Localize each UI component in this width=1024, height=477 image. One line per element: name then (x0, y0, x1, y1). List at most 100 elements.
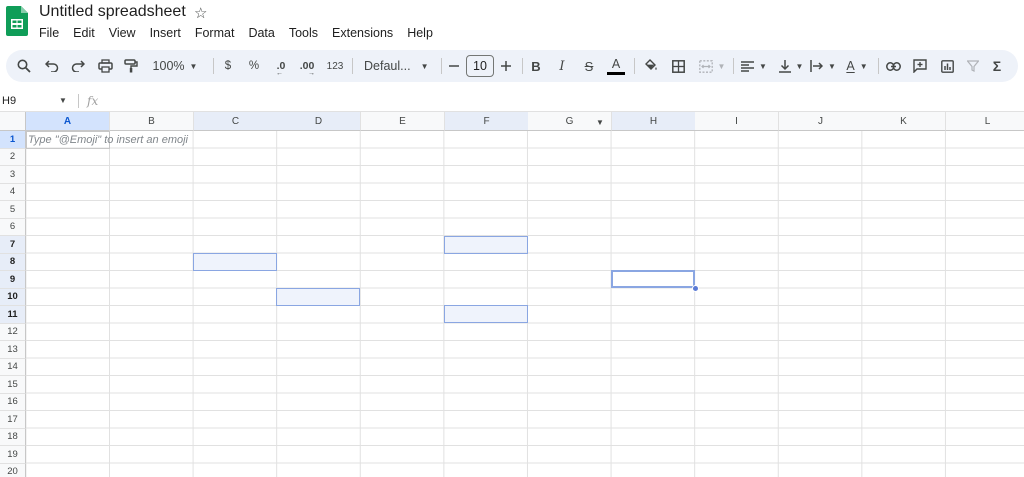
formula-input[interactable] (110, 92, 1010, 110)
redo-button[interactable] (68, 50, 88, 82)
print-icon (97, 59, 113, 73)
paint-format-button[interactable] (121, 50, 141, 82)
column-header-d[interactable]: D (277, 112, 361, 131)
column-header-e[interactable]: E (361, 112, 445, 131)
format-currency-button[interactable]: $ (219, 50, 237, 82)
row-header-1[interactable]: 1 (0, 131, 26, 149)
row-header-8[interactable]: 8 (0, 253, 26, 271)
format-percent-button[interactable]: % (245, 50, 263, 82)
column-header-b[interactable]: B (110, 112, 194, 131)
insert-comment-button[interactable] (909, 50, 931, 82)
column-header-j[interactable]: J (779, 112, 863, 131)
cell-area[interactable]: Type "@Emoji" to insert an emoji (26, 131, 1024, 477)
row-header-9[interactable]: 9 (0, 271, 26, 289)
search-menus-button[interactable] (14, 50, 34, 82)
column-header-h[interactable]: H (612, 112, 696, 131)
undo-icon (45, 60, 59, 72)
row-header-13[interactable]: 13 (0, 341, 26, 359)
decrease-font-size-button[interactable] (445, 50, 463, 82)
horizontal-align-button[interactable]: ▼ (738, 50, 770, 82)
decrease-decimal-button[interactable]: .0 ← (270, 50, 292, 82)
menu-format[interactable]: Format (188, 25, 242, 43)
document-title[interactable]: Untitled spreadsheet (39, 3, 186, 21)
text-rotation-button[interactable]: A ▼ (841, 50, 873, 82)
fill-color-button[interactable] (639, 50, 661, 82)
merge-cells-button[interactable]: ▼ (696, 50, 728, 82)
menu-data[interactable]: Data (241, 25, 281, 43)
menu-extensions[interactable]: Extensions (325, 25, 400, 43)
menu-tools[interactable]: Tools (282, 25, 325, 43)
row-header-2[interactable]: 2 (0, 148, 26, 166)
search-icon (17, 59, 31, 73)
selected-cell-c8[interactable] (193, 253, 277, 271)
link-icon (885, 61, 901, 71)
vertical-align-button[interactable]: ▼ (775, 50, 807, 82)
chevron-down-icon[interactable]: ▼ (59, 90, 67, 112)
menu-file[interactable]: File (32, 25, 66, 43)
toolbar-divider (634, 58, 635, 74)
row-header-18[interactable]: 18 (0, 428, 26, 446)
row-header-12[interactable]: 12 (0, 323, 26, 341)
row-header-17[interactable]: 17 (0, 411, 26, 429)
column-menu-chevron-icon[interactable]: ▼ (596, 118, 604, 127)
menu-bar: File Edit View Insert Format Data Tools … (32, 25, 440, 43)
strikethrough-button[interactable]: S (579, 50, 599, 82)
menu-view[interactable]: View (102, 25, 143, 43)
column-header-k[interactable]: K (862, 112, 946, 131)
menu-edit[interactable]: Edit (66, 25, 102, 43)
row-header-19[interactable]: 19 (0, 446, 26, 464)
row-header-16[interactable]: 16 (0, 393, 26, 411)
fill-handle[interactable] (692, 285, 699, 292)
selected-cell-f7[interactable] (444, 236, 528, 254)
row-header-7[interactable]: 7 (0, 236, 26, 254)
italic-button[interactable]: I (552, 50, 572, 82)
selected-cell-f11[interactable] (444, 305, 528, 323)
sheets-logo-icon[interactable] (6, 6, 28, 36)
chevron-down-icon: ▼ (189, 61, 198, 71)
chevron-down-icon: ▼ (420, 61, 429, 71)
row-header-4[interactable]: 4 (0, 183, 26, 201)
minus-icon (449, 65, 459, 67)
text-color-swatch (607, 71, 625, 75)
text-color-button[interactable]: A (605, 50, 627, 82)
more-formats-button[interactable]: 123 (324, 50, 346, 82)
zoom-select[interactable]: 100% ▼ (146, 50, 204, 82)
row-header-20[interactable]: 20 (0, 463, 26, 477)
create-filter-button[interactable] (962, 50, 984, 82)
menu-insert[interactable]: Insert (143, 25, 188, 43)
menu-help[interactable]: Help (400, 25, 440, 43)
column-header-c[interactable]: C (194, 112, 278, 131)
merge-cells-icon (698, 59, 713, 73)
selected-cell-d10[interactable] (276, 288, 360, 306)
chevron-down-icon: ▼ (859, 61, 868, 71)
font-size-input[interactable]: 10 (466, 55, 494, 77)
row-header-11[interactable]: 11 (0, 306, 26, 324)
increase-font-size-button[interactable] (497, 50, 515, 82)
paint-bucket-icon (644, 59, 657, 70)
chevron-down-icon: ▼ (828, 61, 836, 71)
row-header-15[interactable]: 15 (0, 376, 26, 394)
row-header-5[interactable]: 5 (0, 201, 26, 219)
bold-button[interactable]: B (526, 50, 546, 82)
print-button[interactable] (95, 50, 115, 82)
active-cell-h9[interactable] (611, 270, 695, 288)
insert-chart-button[interactable] (936, 50, 958, 82)
star-outline-icon[interactable]: ☆ (194, 4, 207, 22)
undo-button[interactable] (42, 50, 62, 82)
increase-decimal-button[interactable]: .00 → (296, 50, 318, 82)
select-all-corner[interactable] (0, 112, 26, 131)
column-header-i[interactable]: I (695, 112, 779, 131)
toolbar-divider (441, 58, 442, 74)
functions-button[interactable]: Σ (986, 50, 1008, 82)
column-header-a[interactable]: A (26, 112, 110, 131)
row-header-10[interactable]: 10 (0, 288, 26, 306)
column-header-f[interactable]: F (445, 112, 529, 131)
borders-button[interactable] (667, 50, 689, 82)
row-header-6[interactable]: 6 (0, 218, 26, 236)
row-header-3[interactable]: 3 (0, 166, 26, 184)
text-wrapping-button[interactable]: ▼ (807, 50, 839, 82)
insert-link-button[interactable] (882, 50, 904, 82)
column-header-l[interactable]: L (946, 112, 1024, 131)
font-family-select[interactable]: Defaul... ▼ (358, 50, 434, 82)
row-header-14[interactable]: 14 (0, 358, 26, 376)
